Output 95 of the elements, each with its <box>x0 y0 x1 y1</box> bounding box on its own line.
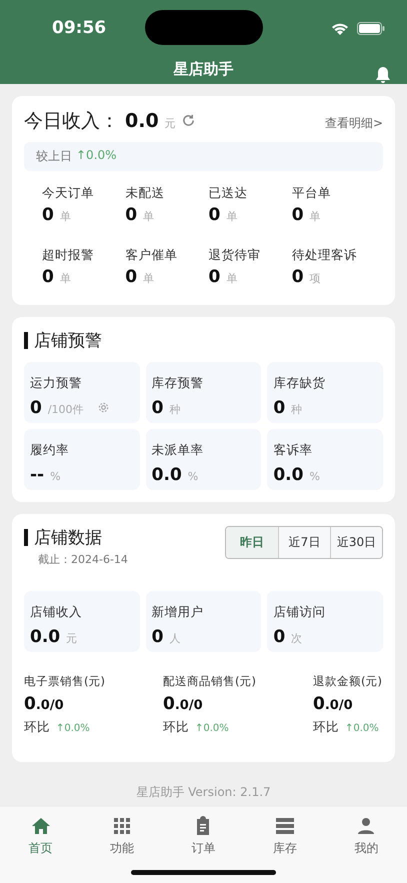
unit-label: 单 <box>60 208 71 224</box>
unit-label: % <box>50 470 61 483</box>
nav-tab[interactable]: 库存 <box>254 814 315 858</box>
tile-label: 库存缺货 <box>273 374 326 392</box>
tile-label: 店铺收入 <box>30 604 83 621</box>
section-title: 店铺数据 <box>34 526 102 549</box>
tile-label: 库存预警 <box>152 374 205 392</box>
detail-link[interactable]: 查看明细> <box>324 114 383 132</box>
nav-tab[interactable]: 订单 <box>173 814 234 858</box>
sales-subvalue: .0/0 <box>174 698 203 713</box>
sales-value: 0 <box>163 694 175 714</box>
unit-label: 单 <box>60 270 71 286</box>
unit-label: 单 <box>143 208 154 224</box>
stat-value: 0 <box>125 266 138 287</box>
stat-value: 0 <box>292 204 304 225</box>
unit-label: 单 <box>310 208 321 224</box>
unit-label: 单 <box>226 270 238 286</box>
ratio-label: 环比 <box>163 718 189 736</box>
stat-value: 0 <box>42 266 54 287</box>
ratio-label: 环比 <box>24 718 50 736</box>
stat-value: 0 <box>292 266 304 287</box>
tile-value: 0 <box>273 626 286 647</box>
stat-label: 未配送 <box>125 184 166 202</box>
tile-label: 店铺访问 <box>273 604 326 621</box>
tile-label: 履约率 <box>30 442 70 459</box>
tile-label: 客诉率 <box>273 442 314 459</box>
income-label: 今日收入： <box>24 108 119 134</box>
range-tab[interactable]: 昨日 <box>226 526 278 558</box>
stat-value: 0 <box>208 204 220 225</box>
tile-value: 0 <box>152 398 164 418</box>
stat-label: 退货待审 <box>208 246 262 264</box>
unit-label: 元 <box>164 116 176 131</box>
wifi-icon <box>331 21 349 35</box>
unit-label: 次 <box>291 630 302 646</box>
tile-label: 新增用户 <box>152 604 205 621</box>
app-title: 星店助手 <box>174 60 234 80</box>
list-icon <box>274 816 295 836</box>
sales-label: 配送商品销售(元) <box>163 674 257 689</box>
home-icon <box>30 816 51 836</box>
sales-subvalue: .0/0 <box>324 698 353 713</box>
section-title: 店铺预警 <box>34 330 102 352</box>
stat-value: 0 <box>208 266 220 287</box>
unit-label: 种 <box>170 402 180 417</box>
unit-label: % <box>309 470 320 483</box>
unit-label: 元 <box>66 630 78 646</box>
unit-label: 种 <box>291 402 302 417</box>
grid-icon <box>112 816 132 836</box>
tile-value: 0 <box>152 626 164 647</box>
tile-value: -- <box>30 464 44 485</box>
sales-subvalue: .0/0 <box>36 698 64 713</box>
sales-value: 0 <box>24 694 36 714</box>
compare-value: ↑0.0% <box>76 148 117 164</box>
sales-value: 0 <box>313 694 325 714</box>
unit-label: 单 <box>143 270 154 286</box>
bell-icon[interactable] <box>375 66 391 84</box>
tile-value: 0.0 <box>30 626 60 647</box>
stat-value: 0 <box>42 204 54 225</box>
range-tab[interactable]: 近30日 <box>330 526 382 558</box>
nav-tab[interactable]: 首页 <box>10 814 71 858</box>
stat-label: 已送达 <box>208 184 248 202</box>
ratio-label: 环比 <box>313 718 339 736</box>
compare-label: 较上日 <box>36 148 72 165</box>
unit-label: /100件 <box>48 402 84 417</box>
tile-value: 0 <box>273 398 286 418</box>
stat-value: 0 <box>125 204 138 225</box>
user-icon <box>356 816 376 836</box>
nav-tab[interactable]: 功能 <box>92 814 152 858</box>
tile-label: 未派单率 <box>152 442 205 459</box>
settings-icon[interactable] <box>98 402 109 413</box>
ratio-value: ↑0.0% <box>345 722 379 734</box>
tile-label: 运力预警 <box>30 374 83 392</box>
tile-value: 0.0 <box>273 464 304 485</box>
nav-tab[interactable]: 我的 <box>336 814 396 858</box>
ratio-value: ↑0.0% <box>195 722 229 734</box>
status-time: 09:56 <box>52 18 106 38</box>
stat-label: 平台单 <box>292 184 332 202</box>
income-value: 0.0 <box>125 110 159 132</box>
stat-label: 超时报警 <box>42 246 95 264</box>
version-text: 星店助手 Version: 2.1.7 <box>136 784 271 799</box>
refresh-icon[interactable] <box>182 114 195 127</box>
unit-label: 人 <box>170 630 180 646</box>
as-of-date: 截止：2024-6-14 <box>37 552 128 567</box>
sales-label: 电子票销售(元) <box>24 674 106 689</box>
tile-value: 0.0 <box>152 464 182 485</box>
ratio-value: ↑0.0% <box>56 722 90 734</box>
stat-label: 今天订单 <box>42 184 95 202</box>
stat-label: 待处理客诉 <box>292 246 358 264</box>
unit-label: 单 <box>226 208 238 224</box>
stat-label: 客户催单 <box>125 246 178 264</box>
unit-label: % <box>188 470 198 483</box>
sales-label: 退款金额(元) <box>313 674 383 689</box>
range-tab[interactable]: 近7日 <box>278 526 330 558</box>
tile-value: 0 <box>30 398 42 418</box>
battery-icon <box>357 22 385 34</box>
unit-label: 项 <box>310 270 321 286</box>
